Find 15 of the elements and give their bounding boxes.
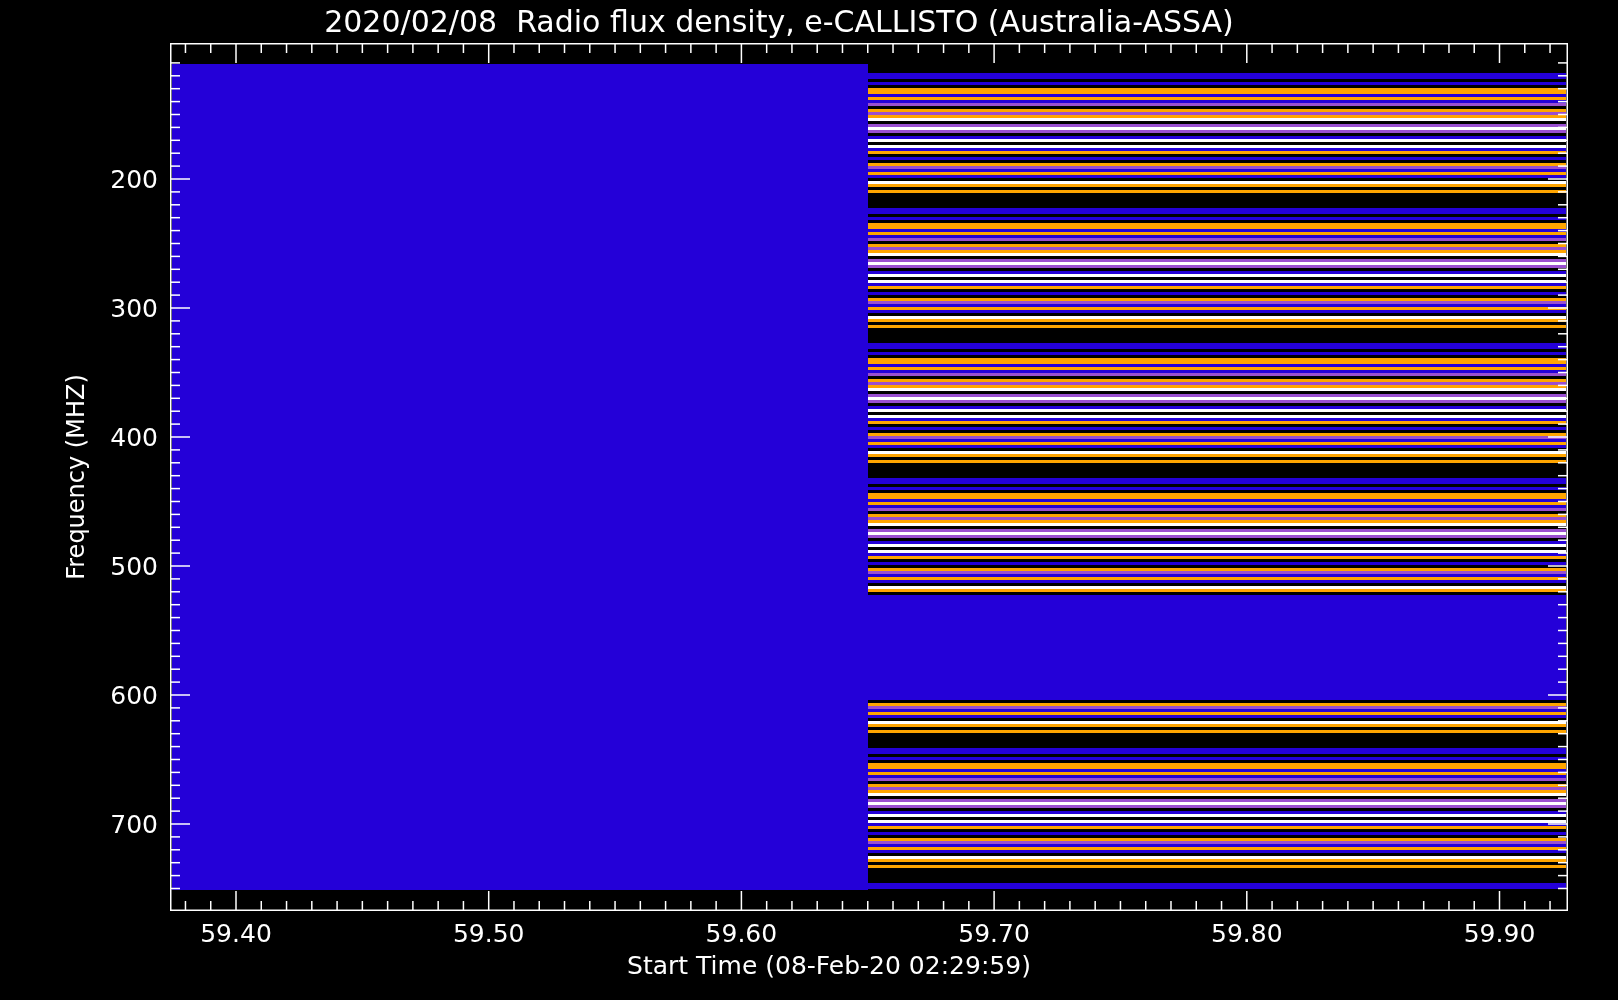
x-tick-label: 59.70 xyxy=(958,919,1030,948)
y-tick-label: 400 xyxy=(110,422,158,452)
x-tick-label: 59.40 xyxy=(200,919,272,948)
y-tick-label: 700 xyxy=(110,809,158,839)
x-tick-label: 59.60 xyxy=(705,919,778,948)
plot-title: 2020/02/08 Radio flux density, e-CALLISTO (Australia-ASSA) xyxy=(324,4,1234,39)
y-tick-label: 200 xyxy=(110,164,158,194)
y-tick-label: 300 xyxy=(110,293,158,323)
y-tick-label: 500 xyxy=(110,551,158,581)
x-tick-label: 59.90 xyxy=(1463,919,1536,948)
y-axis-label: Frequency (MHZ) xyxy=(62,374,90,580)
x-tick-label: 59.50 xyxy=(452,919,525,948)
y-tick-label: 600 xyxy=(110,680,158,710)
x-axis-label: Start Time (08-Feb-20 02:29:59) xyxy=(627,951,1031,980)
x-tick-label: 59.80 xyxy=(1211,919,1283,948)
